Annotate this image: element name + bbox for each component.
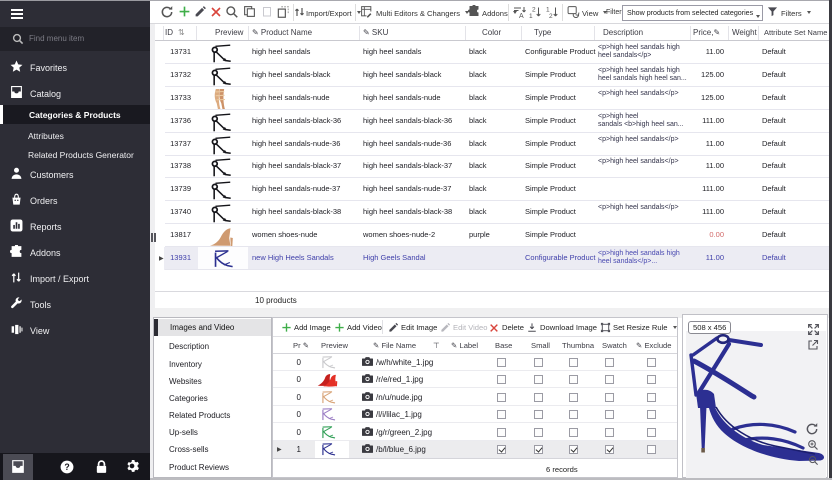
svg-text:1: 1 xyxy=(546,7,550,14)
svg-text:A: A xyxy=(519,13,524,19)
svg-text:2: 2 xyxy=(532,7,536,14)
svg-text:?: ? xyxy=(64,462,69,472)
svg-text:1: 1 xyxy=(529,13,533,19)
svg-text:2: 2 xyxy=(549,13,553,19)
